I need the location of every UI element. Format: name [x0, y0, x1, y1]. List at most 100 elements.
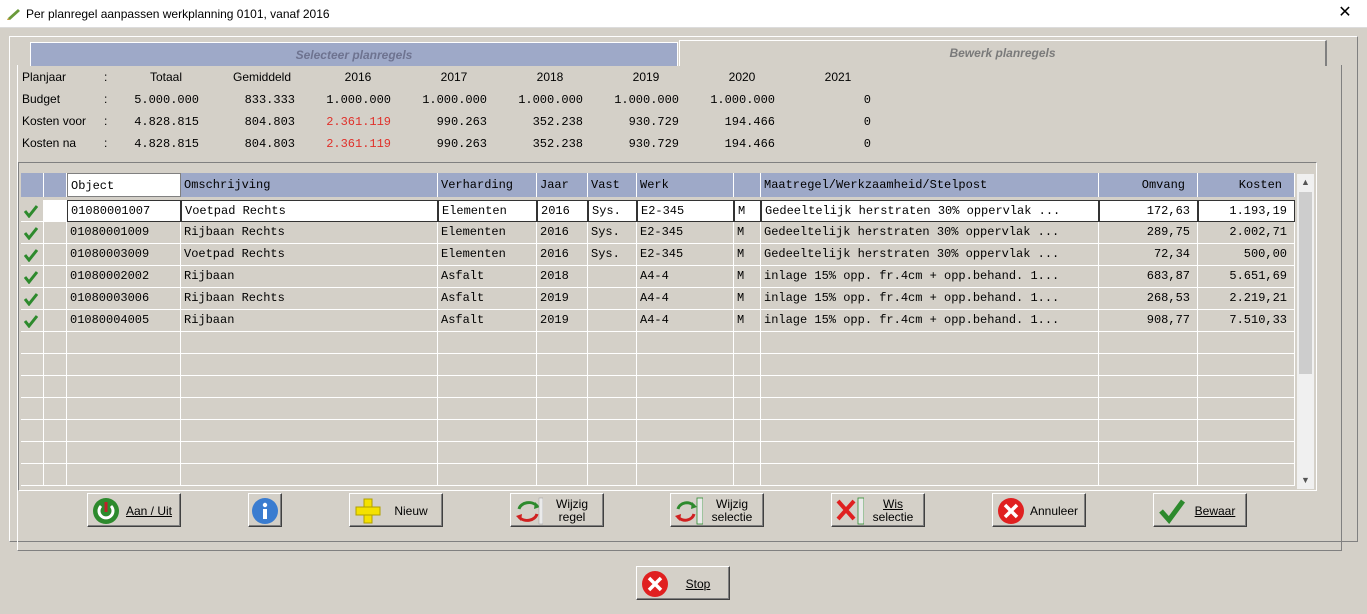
cell-check[interactable] — [21, 266, 44, 288]
cell-check[interactable] — [21, 332, 44, 354]
cell-omvang[interactable] — [1099, 442, 1198, 464]
cell-omvang[interactable]: 289,75 — [1099, 222, 1198, 244]
cell-select[interactable] — [44, 266, 67, 288]
cell-maatregel[interactable]: Gedeeltelijk herstraten 30% oppervlak ..… — [761, 200, 1099, 222]
cell-kosten[interactable] — [1198, 332, 1295, 354]
cell-kosten[interactable]: 2.002,71 — [1198, 222, 1295, 244]
cell-verharding[interactable]: Elementen — [438, 244, 537, 266]
cell-maatregel[interactable]: inlage 15% opp. fr.4cm + opp.behand. 1..… — [761, 266, 1099, 288]
cell-vast[interactable] — [588, 354, 637, 376]
cell-maatregel[interactable] — [761, 464, 1099, 486]
cell-vast[interactable] — [588, 288, 637, 310]
cell-m[interactable]: M — [734, 222, 761, 244]
cell-vast[interactable] — [588, 376, 637, 398]
cell-maatregel[interactable]: Gedeeltelijk herstraten 30% oppervlak ..… — [761, 222, 1099, 244]
cell-werk[interactable]: E2-345 — [637, 244, 734, 266]
cell-object[interactable]: 01080003006 — [67, 288, 181, 310]
cell-select[interactable] — [44, 332, 67, 354]
cell-check[interactable] — [21, 288, 44, 310]
cell-kosten[interactable]: 500,00 — [1198, 244, 1295, 266]
cell-vast[interactable] — [588, 398, 637, 420]
column-header-omvang[interactable]: Omvang — [1099, 173, 1198, 197]
cell-werk[interactable] — [637, 354, 734, 376]
cell-maatregel[interactable] — [761, 398, 1099, 420]
cell-vast[interactable] — [588, 310, 637, 332]
wijzig-selectie-button[interactable]: Wijzig selectie — [670, 493, 764, 527]
cell-werk[interactable] — [637, 420, 734, 442]
cell-werk[interactable]: A4-4 — [637, 310, 734, 332]
cell-maatregel[interactable]: inlage 15% opp. fr.4cm + opp.behand. 1..… — [761, 288, 1099, 310]
cell-m[interactable]: M — [734, 244, 761, 266]
cell-vast[interactable]: Sys. — [588, 244, 637, 266]
cell-maatregel[interactable]: inlage 15% opp. fr.4cm + opp.behand. 1..… — [761, 310, 1099, 332]
cell-check[interactable] — [21, 222, 44, 244]
cell-verharding[interactable] — [438, 398, 537, 420]
cell-check[interactable] — [21, 398, 44, 420]
cell-werk[interactable] — [637, 442, 734, 464]
cell-verharding[interactable] — [438, 376, 537, 398]
cell-jaar[interactable] — [537, 464, 588, 486]
stop-button[interactable]: Stop — [636, 566, 730, 600]
column-header-werk[interactable]: Werk — [637, 173, 734, 197]
cell-object[interactable]: 01080003009 — [67, 244, 181, 266]
cell-verharding[interactable] — [438, 420, 537, 442]
scroll-thumb[interactable] — [1299, 192, 1312, 374]
cell-omvang[interactable]: 683,87 — [1099, 266, 1198, 288]
cell-verharding[interactable] — [438, 464, 537, 486]
cell-vast[interactable]: Sys. — [588, 200, 637, 222]
cell-vast[interactable] — [588, 332, 637, 354]
cell-select[interactable] — [44, 420, 67, 442]
cell-select[interactable] — [44, 354, 67, 376]
cell-check[interactable] — [21, 442, 44, 464]
cell-omschrijving[interactable]: Rijbaan — [181, 310, 438, 332]
cell-omvang[interactable] — [1099, 354, 1198, 376]
cell-verharding[interactable] — [438, 354, 537, 376]
cell-maatregel[interactable]: Gedeeltelijk herstraten 30% oppervlak ..… — [761, 244, 1099, 266]
cell-check[interactable] — [21, 420, 44, 442]
cell-object[interactable] — [67, 420, 181, 442]
cell-jaar[interactable]: 2019 — [537, 310, 588, 332]
cell-m[interactable] — [734, 420, 761, 442]
cell-verharding[interactable]: Asfalt — [438, 288, 537, 310]
cell-omschrijving[interactable]: Voetpad Rechts — [181, 244, 438, 266]
cell-m[interactable]: M — [734, 288, 761, 310]
column-header-kosten[interactable]: Kosten — [1198, 173, 1295, 197]
info-button[interactable] — [248, 493, 282, 527]
column-header-maatregel[interactable]: Maatregel/Werkzaamheid/Stelpost — [761, 173, 1099, 197]
column-header-verharding[interactable]: Verharding — [438, 173, 537, 197]
cell-check[interactable] — [21, 200, 44, 222]
cell-object[interactable] — [67, 398, 181, 420]
cell-jaar[interactable] — [537, 332, 588, 354]
cell-omvang[interactable] — [1099, 398, 1198, 420]
cell-verharding[interactable]: Asfalt — [438, 266, 537, 288]
cell-check[interactable] — [21, 354, 44, 376]
cell-select[interactable] — [44, 222, 67, 244]
cell-kosten[interactable] — [1198, 376, 1295, 398]
cell-kosten[interactable]: 2.219,21 — [1198, 288, 1295, 310]
cell-maatregel[interactable] — [761, 442, 1099, 464]
cell-omvang[interactable] — [1099, 420, 1198, 442]
cell-object[interactable]: 01080001007 — [67, 200, 181, 222]
cell-select[interactable] — [44, 310, 67, 332]
grid-scrollbar[interactable]: ▲ ▼ — [1297, 174, 1314, 489]
cell-vast[interactable] — [588, 266, 637, 288]
cell-kosten[interactable] — [1198, 464, 1295, 486]
cell-omschrijving[interactable] — [181, 442, 438, 464]
cell-m[interactable] — [734, 398, 761, 420]
cell-select[interactable] — [44, 200, 67, 222]
aan-uit-button[interactable]: Aan / Uit — [87, 493, 181, 527]
cell-omvang[interactable]: 72,34 — [1099, 244, 1198, 266]
cell-werk[interactable]: A4-4 — [637, 266, 734, 288]
cell-maatregel[interactable] — [761, 332, 1099, 354]
cell-vast[interactable] — [588, 442, 637, 464]
cell-jaar[interactable] — [537, 420, 588, 442]
cell-omschrijving[interactable] — [181, 464, 438, 486]
cell-verharding[interactable]: Elementen — [438, 200, 537, 222]
cell-verharding[interactable] — [438, 332, 537, 354]
column-header-check[interactable] — [21, 173, 44, 197]
cell-m[interactable] — [734, 442, 761, 464]
cell-omschrijving[interactable] — [181, 420, 438, 442]
cell-select[interactable] — [44, 442, 67, 464]
cell-verharding[interactable] — [438, 442, 537, 464]
cell-omvang[interactable]: 172,63 — [1099, 200, 1198, 222]
